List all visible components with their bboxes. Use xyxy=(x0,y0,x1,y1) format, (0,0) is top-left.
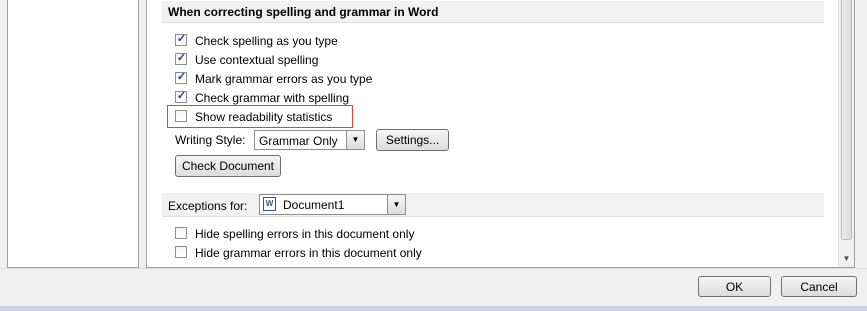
word-document-icon: W xyxy=(263,197,276,211)
checkmark-icon: ✓ xyxy=(176,90,187,102)
vertical-scrollbar[interactable]: ▼ xyxy=(838,0,854,267)
chevron-down-icon[interactable]: ▼ xyxy=(346,131,364,149)
hide-spelling-errors-checkbox[interactable] xyxy=(175,227,187,239)
hide-grammar-errors-checkbox[interactable] xyxy=(175,246,187,258)
footer-divider xyxy=(0,268,867,269)
chevron-down-icon[interactable]: ▼ xyxy=(387,195,405,214)
proofing-options-pane: When correcting spelling and grammar in … xyxy=(146,0,855,268)
writing-style-value: Grammar Only xyxy=(259,134,338,148)
option-label: Check grammar with spelling xyxy=(195,91,350,105)
writing-style-dropdown[interactable]: Grammar Only ▼ xyxy=(254,130,365,150)
option-label: Hide spelling errors in this document on… xyxy=(195,227,415,241)
option-label: Hide grammar errors in this document onl… xyxy=(195,246,422,260)
use-contextual-spelling-checkbox[interactable]: ✓ xyxy=(175,52,187,65)
section-title: When correcting spelling and grammar in … xyxy=(168,5,439,19)
cancel-button[interactable]: Cancel xyxy=(781,276,857,297)
option-label: Mark grammar errors as you type xyxy=(195,72,373,86)
writing-style-label: Writing Style: xyxy=(175,133,246,147)
option-label: Use contextual spelling xyxy=(195,53,319,67)
option-label: Check spelling as you type xyxy=(195,34,338,48)
exceptions-for-label: Exceptions for: xyxy=(168,199,248,213)
options-category-pane[interactable] xyxy=(7,0,139,268)
scrollbar-thumb[interactable] xyxy=(841,0,852,240)
show-readability-statistics-checkbox[interactable] xyxy=(175,110,187,122)
exceptions-document-dropdown[interactable]: W Document1 ▼ xyxy=(259,194,406,215)
check-spelling-as-you-type-checkbox[interactable]: ✓ xyxy=(175,33,187,46)
spelling-grammar-section-header: When correcting spelling and grammar in … xyxy=(162,1,824,23)
checkmark-icon: ✓ xyxy=(176,52,187,64)
check-document-button[interactable]: Check Document xyxy=(175,155,281,177)
ok-button[interactable]: OK xyxy=(698,276,771,297)
mark-grammar-errors-checkbox[interactable]: ✓ xyxy=(175,71,187,84)
settings-button[interactable]: Settings... xyxy=(376,129,449,151)
checkmark-icon: ✓ xyxy=(176,71,187,83)
check-grammar-with-spelling-checkbox[interactable]: ✓ xyxy=(175,90,187,103)
window-bottom-edge xyxy=(0,306,867,311)
checkmark-icon: ✓ xyxy=(176,33,187,45)
document-name: Document1 xyxy=(283,198,345,212)
scroll-down-arrow-icon[interactable]: ▼ xyxy=(839,252,854,266)
option-label: Show readability statistics xyxy=(195,110,333,124)
